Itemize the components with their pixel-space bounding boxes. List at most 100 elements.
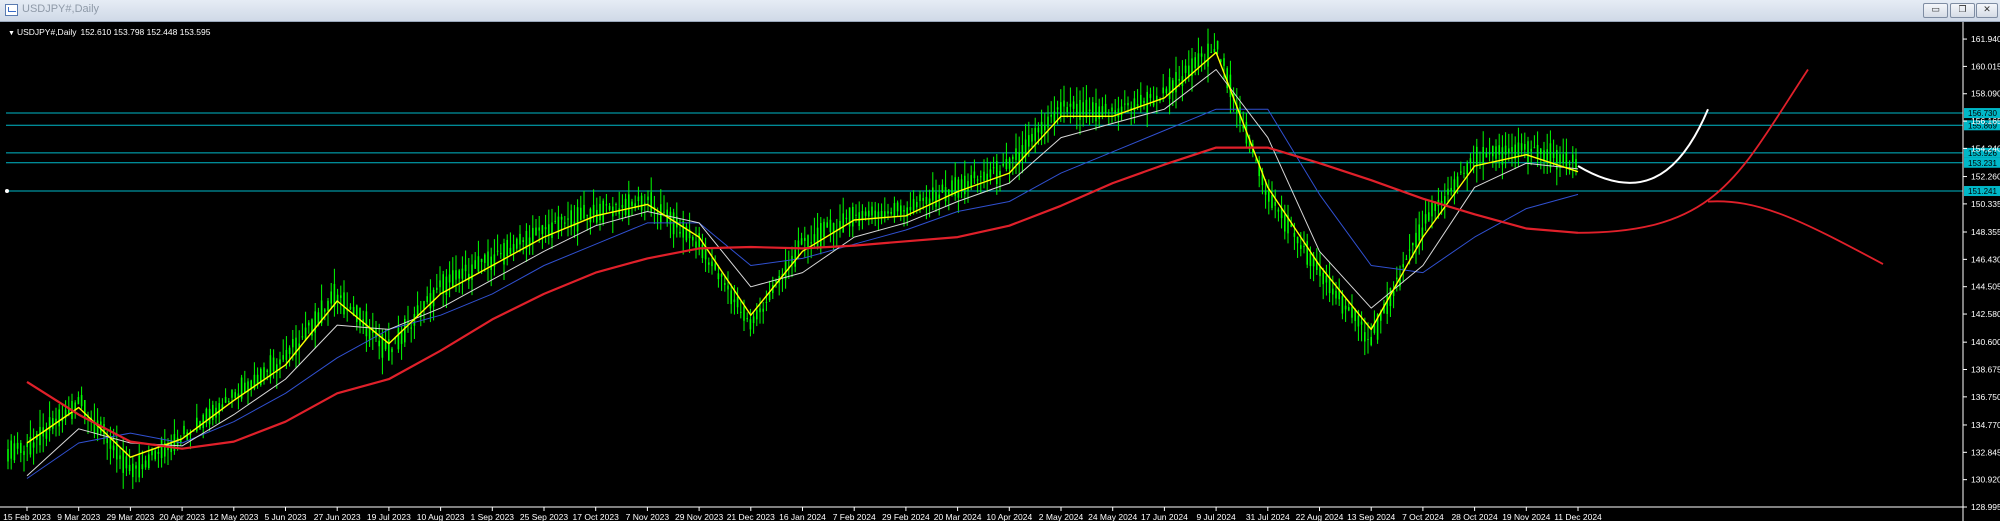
candle-body <box>909 206 912 211</box>
candle-body <box>13 443 16 461</box>
candle-body <box>477 256 480 272</box>
candle-body <box>119 455 121 459</box>
candle-body <box>970 175 972 187</box>
candle-body <box>1360 321 1363 325</box>
candle-body <box>1408 249 1411 251</box>
price-tick-label: 134.770 <box>1971 420 2000 430</box>
candle-body <box>912 199 915 211</box>
restore-button[interactable]: ❐ <box>1950 3 1975 18</box>
candle-body <box>714 263 716 270</box>
candle-body <box>1520 143 1523 151</box>
price-tick-label: 140.600 <box>1971 337 2000 347</box>
chart-window[interactable]: 156.730 155.869 153.926 153.231 151.241 161.… <box>0 22 2000 521</box>
candle-body <box>503 243 505 265</box>
candle-body <box>768 292 771 301</box>
candle-body <box>432 289 435 307</box>
candle-body <box>1290 224 1292 227</box>
candle-body <box>951 180 953 194</box>
candle-body <box>160 438 163 459</box>
candle-body <box>1162 87 1164 94</box>
candle-body <box>794 250 796 267</box>
candle-body <box>1540 148 1542 154</box>
candle-body <box>448 274 451 283</box>
candle-body <box>1197 53 1200 69</box>
candle-body <box>1498 145 1500 155</box>
window-titlebar[interactable]: USDJPY#,Daily ▭ ❐ ✕ <box>0 0 2000 22</box>
candle-body <box>285 349 288 360</box>
candle-body <box>1184 65 1187 73</box>
candle-body <box>890 211 892 214</box>
candle-body <box>1466 162 1468 175</box>
candle-body <box>1479 162 1481 164</box>
time-tick-label: 7 Feb 2024 <box>833 512 876 521</box>
candle-body <box>1348 307 1350 311</box>
candle-body <box>759 308 761 313</box>
candle-body <box>1332 288 1334 295</box>
candle-body <box>423 301 425 309</box>
candle-body <box>1293 232 1296 237</box>
candle-body <box>138 455 140 478</box>
candle-body <box>1412 242 1414 246</box>
indicator-lines <box>26 51 1884 479</box>
chart-menu-arrow-icon[interactable]: ▼ <box>8 30 15 37</box>
candle-body <box>1536 144 1539 159</box>
projection-red-up-line <box>1577 68 1809 234</box>
candle-body <box>1104 103 1107 114</box>
candle-body <box>1344 305 1347 310</box>
price-tick-label: 156.165 <box>1971 116 2000 126</box>
time-tick-label: 20 Mar 2024 <box>934 512 982 521</box>
candle-body <box>212 404 214 420</box>
time-tick-label: 15 Feb 2023 <box>3 512 51 521</box>
candle-body <box>452 270 454 287</box>
candle-body <box>1418 224 1420 241</box>
candle-body <box>1572 154 1574 163</box>
candle-body <box>1447 188 1449 195</box>
candle-body <box>1552 153 1555 159</box>
candle-body <box>218 403 220 415</box>
candle-body <box>874 210 876 219</box>
time-tick-label: 10 Apr 2024 <box>986 512 1032 521</box>
close-button[interactable]: ✕ <box>1976 3 1998 18</box>
time-tick-label: 1 Sep 2023 <box>471 512 515 521</box>
candle-body <box>1264 190 1267 195</box>
candle-body <box>1530 148 1532 152</box>
candle-body <box>880 211 883 217</box>
candle-body <box>996 161 998 185</box>
candle-body <box>938 194 940 199</box>
candle-body <box>45 430 48 439</box>
candle-body <box>519 233 521 245</box>
candle-body <box>132 463 134 478</box>
chart-window-icon <box>5 4 18 16</box>
price-chart[interactable]: 156.730155.869153.926153.231151.241 161.… <box>0 22 2000 521</box>
candle-body <box>301 336 304 338</box>
candle-body <box>586 214 588 216</box>
chart-axes: 161.940 160.015 158.090 156.165 154.240 152.2… <box>0 22 2000 521</box>
minimize-button[interactable]: ▭ <box>1923 3 1948 18</box>
candle-body <box>679 231 681 234</box>
candle-body <box>1146 91 1148 113</box>
candle-body <box>224 396 227 403</box>
candle-body <box>439 280 441 288</box>
candle-body <box>1108 112 1110 114</box>
candle-body <box>1207 43 1209 67</box>
candle-body <box>1469 158 1472 163</box>
candle-body <box>807 235 809 248</box>
candle-body <box>1210 52 1212 54</box>
candle-body <box>1056 107 1059 110</box>
level-anchor-point <box>5 189 9 194</box>
time-tick-label: 24 May 2024 <box>1088 512 1137 521</box>
candle-body <box>1005 159 1008 170</box>
candle-body <box>1127 102 1129 106</box>
candle-body <box>698 233 700 247</box>
candle-body <box>484 254 486 263</box>
candle-body <box>1488 153 1491 155</box>
candle-body <box>1415 232 1417 247</box>
candle-body <box>1088 109 1091 112</box>
candle-body <box>948 189 950 196</box>
candle-body <box>749 319 752 330</box>
candle-body <box>544 227 547 230</box>
candle-body <box>1165 88 1168 94</box>
candle-body <box>1072 101 1075 109</box>
candle-body <box>151 449 153 456</box>
candle-body <box>1325 275 1328 283</box>
